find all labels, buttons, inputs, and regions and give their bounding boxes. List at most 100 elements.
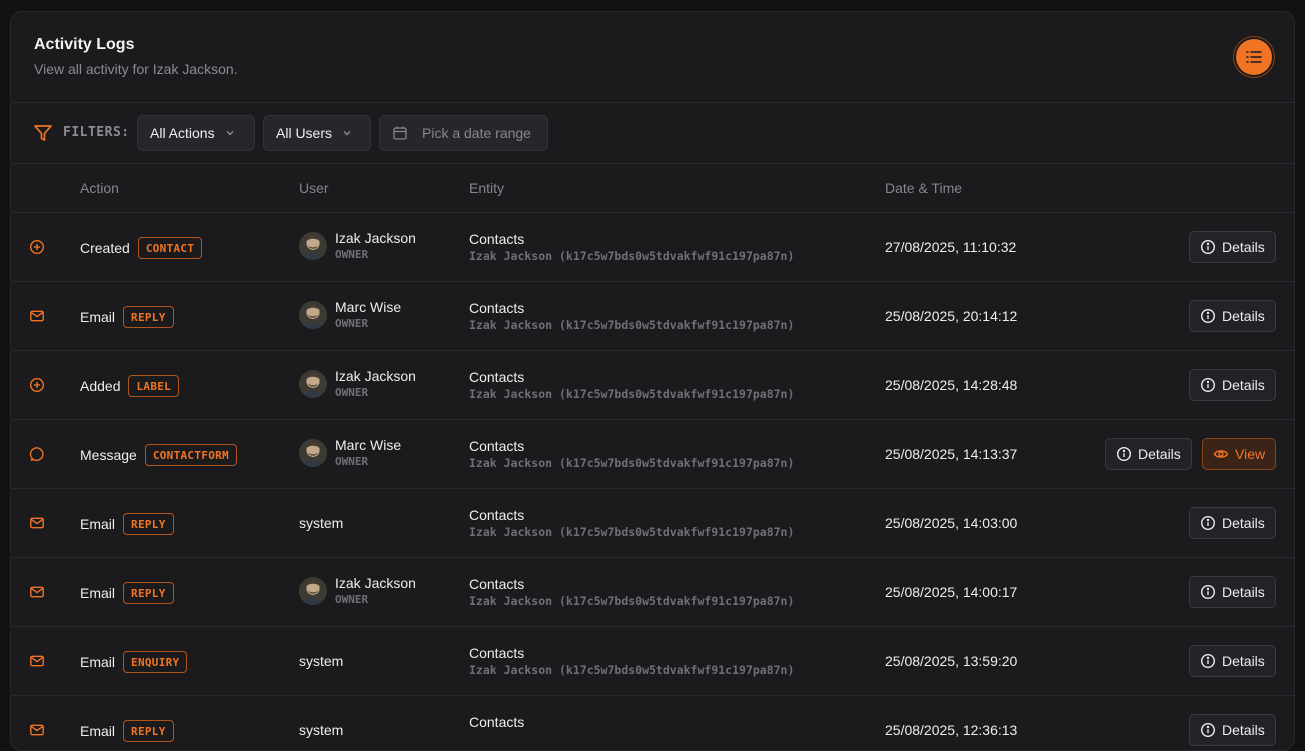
info-icon <box>1200 722 1216 738</box>
avatar <box>299 370 327 398</box>
datetime-cell: 25/08/2025, 14:13:37 <box>885 446 1018 462</box>
activity-logs-card: Activity Logs View all activity for Izak… <box>10 11 1295 751</box>
datetime-cell: 25/08/2025, 14:03:00 <box>885 515 1018 531</box>
table-row: Email REPLY system Contacts 25/08/2025, … <box>11 696 1294 750</box>
details-label: Details <box>1222 377 1265 393</box>
action-cell: Email ENQUIRY <box>80 651 188 673</box>
datetime-cell: 25/08/2025, 12:36:13 <box>885 722 1018 738</box>
action-cell: Email REPLY <box>80 582 174 604</box>
table-row: Email ENQUIRY system Contacts Izak Jacks… <box>11 627 1294 696</box>
view-button[interactable]: View <box>1202 438 1277 470</box>
chevron-down-icon <box>226 131 234 136</box>
entity-reference: Izak Jackson (k17c5w7bds0w5tdvakfwf91c19… <box>469 525 795 539</box>
calendar-icon <box>393 126 407 140</box>
action-badge: REPLY <box>123 582 174 604</box>
action-badge: CONTACT <box>137 237 203 259</box>
date-range-placeholder: Pick a date range <box>422 125 531 141</box>
action-cell: Email REPLY <box>80 720 174 742</box>
datetime-cell: 25/08/2025, 20:14:12 <box>885 308 1018 324</box>
entity-cell: Contacts Izak Jackson (k17c5w7bds0w5tdva… <box>469 507 794 540</box>
table-body: Created CONTACT Izak Jackson OWNER Conta… <box>11 213 1294 750</box>
page-subtitle: View all activity for Izak Jackson. <box>34 61 238 77</box>
details-button[interactable]: Details <box>1105 438 1192 470</box>
table-row: Added LABEL Izak Jackson OWNER Contacts … <box>11 351 1294 420</box>
date-range-picker[interactable]: Pick a date range <box>379 115 548 151</box>
action-label: Email <box>80 585 116 601</box>
action-badge: REPLY <box>123 513 174 535</box>
mail-icon <box>30 586 44 598</box>
user-cell: Marc Wise OWNER <box>299 437 401 469</box>
table-header: Action User Entity Date & Time <box>11 164 1294 213</box>
details-label: Details <box>1138 446 1181 462</box>
filters-bar: FILTERS: All Actions All Users Pick a da… <box>11 103 1294 164</box>
user-role: OWNER <box>335 455 369 468</box>
details-button[interactable]: Details <box>1189 369 1276 401</box>
entity-reference: Izak Jackson (k17c5w7bds0w5tdvakfwf91c19… <box>469 594 795 608</box>
mail-icon <box>30 517 44 529</box>
datetime-cell: 25/08/2025, 14:00:17 <box>885 584 1018 600</box>
entity-type: Contacts <box>469 369 525 385</box>
datetime-cell: 25/08/2025, 13:59:20 <box>885 653 1018 669</box>
column-header-entity: Entity <box>469 180 505 196</box>
details-button[interactable]: Details <box>1189 231 1276 263</box>
info-icon <box>1200 584 1216 600</box>
action-cell: Created CONTACT <box>80 237 203 259</box>
info-icon <box>1116 446 1132 462</box>
mail-icon <box>30 310 44 322</box>
mail-icon <box>30 655 44 667</box>
user-filter-select[interactable]: All Users <box>263 115 371 151</box>
avatar <box>299 232 327 260</box>
chevron-down-icon <box>343 131 351 136</box>
list-view-button[interactable] <box>1236 39 1272 75</box>
entity-cell: Contacts Izak Jackson (k17c5w7bds0w5tdva… <box>469 645 794 678</box>
page-title: Activity Logs <box>34 36 135 53</box>
filter-icon <box>34 125 52 141</box>
action-label: Email <box>80 723 116 739</box>
action-label: Message <box>80 447 137 463</box>
user-name: Izak Jackson <box>335 575 416 591</box>
action-filter-value: All Actions <box>150 125 215 141</box>
user-name: Izak Jackson <box>335 230 416 246</box>
info-icon <box>1200 653 1216 669</box>
details-label: Details <box>1222 515 1265 531</box>
card-header: Activity Logs View all activity for Izak… <box>11 12 1294 103</box>
eye-icon <box>1213 450 1229 458</box>
filters-label: FILTERS: <box>63 125 130 140</box>
details-button[interactable]: Details <box>1189 645 1276 677</box>
column-header-action: Action <box>80 180 119 196</box>
user-role: OWNER <box>335 593 369 606</box>
action-cell: Email REPLY <box>80 513 174 535</box>
user-cell: Izak Jackson OWNER <box>299 230 416 262</box>
entity-reference: Izak Jackson (k17c5w7bds0w5tdvakfwf91c19… <box>469 318 795 332</box>
table-row: Email REPLY Izak Jackson OWNER Contacts … <box>11 558 1294 627</box>
action-filter-select[interactable]: All Actions <box>137 115 255 151</box>
entity-cell: Contacts Izak Jackson (k17c5w7bds0w5tdva… <box>469 369 794 402</box>
action-cell: Added LABEL <box>80 375 180 397</box>
user-name: system <box>299 653 344 669</box>
entity-reference: Izak Jackson (k17c5w7bds0w5tdvakfwf91c19… <box>469 663 795 677</box>
datetime-cell: 27/08/2025, 11:10:32 <box>885 239 1017 255</box>
details-button[interactable]: Details <box>1189 576 1276 608</box>
action-badge: ENQUIRY <box>123 651 188 673</box>
avatar <box>299 301 327 329</box>
details-label: Details <box>1222 584 1265 600</box>
column-header-datetime: Date & Time <box>885 180 963 196</box>
entity-reference: Izak Jackson (k17c5w7bds0w5tdvakfwf91c19… <box>469 456 795 470</box>
info-icon <box>1200 308 1216 324</box>
entity-type: Contacts <box>469 300 525 316</box>
user-role: OWNER <box>335 248 369 261</box>
details-button[interactable]: Details <box>1189 300 1276 332</box>
details-label: Details <box>1222 239 1265 255</box>
details-button[interactable]: Details <box>1189 714 1276 746</box>
entity-type: Contacts <box>469 714 525 730</box>
entity-cell: Contacts Izak Jackson (k17c5w7bds0w5tdva… <box>469 576 794 609</box>
details-button[interactable]: Details <box>1189 507 1276 539</box>
user-name: system <box>299 515 344 531</box>
entity-reference: Izak Jackson (k17c5w7bds0w5tdvakfwf91c19… <box>469 249 795 263</box>
mail-icon <box>30 724 44 736</box>
user-filter-value: All Users <box>276 125 333 141</box>
action-badge: LABEL <box>128 375 180 397</box>
entity-type: Contacts <box>469 438 525 454</box>
plus-circle-icon <box>29 239 45 255</box>
user-name: system <box>299 722 344 738</box>
